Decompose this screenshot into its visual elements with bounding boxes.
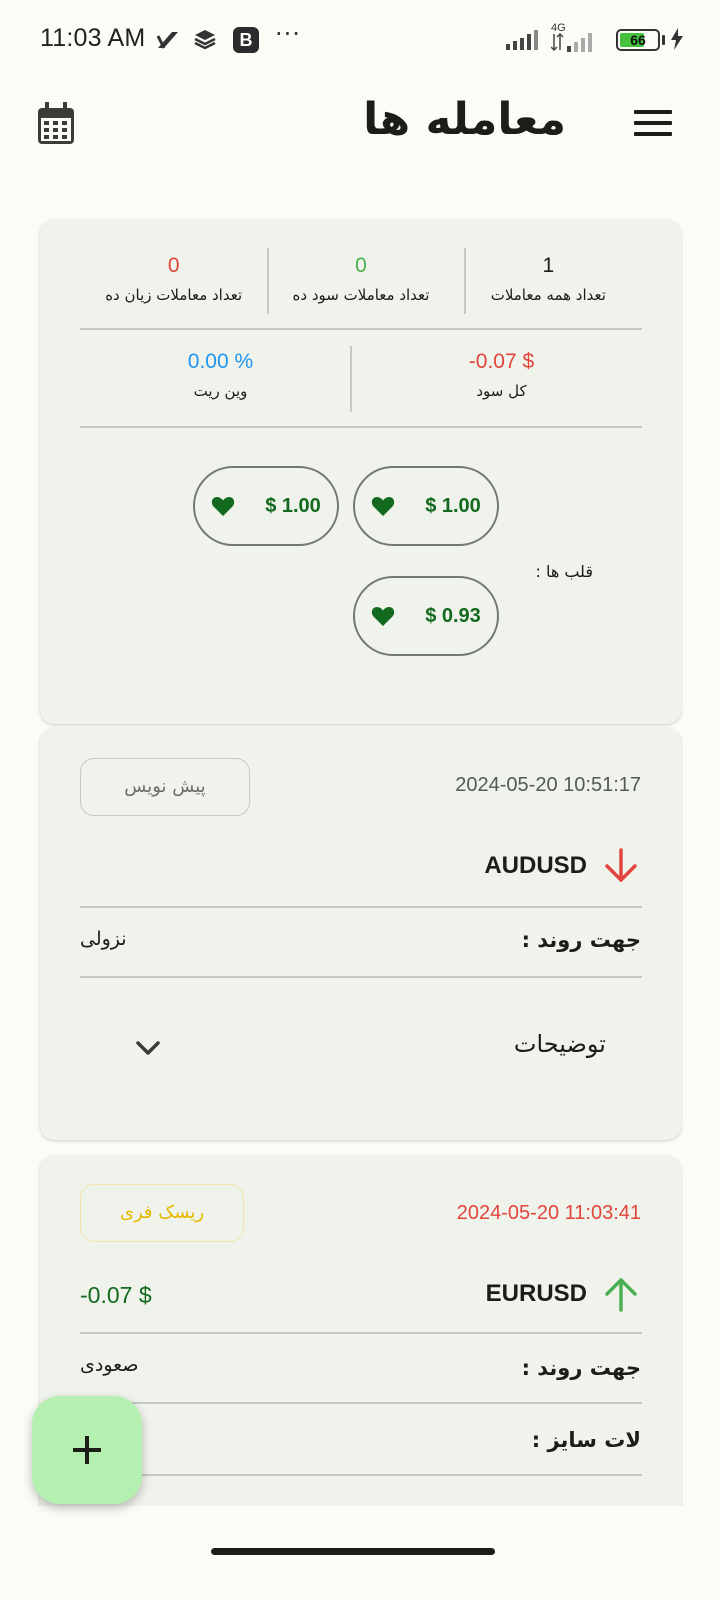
total-trades-stat: 1 تعداد همه معاملات — [455, 254, 642, 304]
signal-icon-2 — [551, 32, 592, 52]
symbol-row: EURUSD — [486, 1274, 641, 1314]
symbol-row: AUDUSD — [484, 846, 641, 886]
total-trades-label: تعداد همه معاملات — [490, 286, 606, 304]
heart-icon — [372, 607, 395, 626]
menu-icon[interactable] — [634, 110, 672, 140]
draft-tag[interactable]: پیش نویس — [80, 758, 250, 816]
risk-free-tag[interactable]: ریسک فری — [80, 1184, 244, 1242]
loss-trades-value: 0 — [167, 254, 180, 277]
divider — [80, 328, 642, 330]
trade-counts-row: 1 تعداد همه معاملات 0 تعداد معاملات سود … — [80, 254, 642, 304]
description-label[interactable]: توضیحات — [514, 1030, 606, 1058]
total-trades-value: 1 — [542, 254, 555, 277]
total-profit-stat: -0.07 $ کل سود — [361, 350, 642, 400]
status-bar: 11:03 AM B ··· 4G 66 — [0, 0, 720, 80]
trend-label: جهت روند : — [521, 928, 641, 952]
divider — [350, 346, 352, 412]
trade-card[interactable]: 2024-05-20 10:51:17 پیش نویس AUDUSD جهت … — [40, 728, 681, 1140]
divider — [80, 426, 642, 428]
heart-value: $ 1.00 — [425, 494, 481, 517]
status-time: 11:03 AM — [40, 24, 146, 52]
heart-value: $ 0.93 — [425, 604, 481, 627]
divider — [464, 248, 466, 314]
chevron-down-icon[interactable] — [135, 1040, 161, 1058]
hearts-label: قلب ها : — [535, 562, 593, 581]
check-icon — [156, 32, 178, 49]
trade-datetime: 2024-05-20 11:03:41 — [456, 1202, 641, 1224]
b-app-icon: B — [233, 27, 259, 53]
battery-level: 66 — [630, 32, 646, 48]
trend-label: جهت روند : — [521, 1356, 641, 1380]
arrow-up-icon — [605, 1278, 637, 1312]
divider — [267, 248, 269, 314]
trade-pnl: -0.07 $ — [80, 1282, 152, 1308]
heart-value: $ 1.00 — [265, 494, 321, 517]
win-rate-value: 0.00 % — [187, 350, 254, 373]
total-profit-label: کل سود — [476, 382, 527, 400]
symbol: EURUSD — [485, 1280, 587, 1307]
app-header: معامله ها — [0, 90, 720, 170]
loss-trades-stat: 0 تعداد معاملات زیان ده — [80, 254, 267, 304]
divider — [80, 906, 642, 908]
battery-icon: 66 — [616, 29, 660, 51]
charging-icon — [671, 28, 683, 50]
divider — [80, 1332, 642, 1334]
win-trades-label: تعداد معاملات سود ده — [292, 286, 430, 304]
heart-chip[interactable]: $ 1.00 — [353, 466, 499, 546]
add-trade-button[interactable] — [32, 1396, 142, 1504]
win-trades-value: 0 — [355, 254, 367, 277]
divider — [80, 976, 642, 978]
symbol: AUDUSD — [484, 852, 587, 879]
lot-size-label: لات سایز : — [531, 1428, 641, 1452]
page-title: معامله ها — [363, 94, 566, 145]
loss-trades-label: تعداد معاملات زیان ده — [105, 286, 243, 304]
more-notifications-icon: ··· — [275, 20, 301, 48]
divider — [80, 1474, 642, 1476]
signal-icon — [506, 30, 538, 50]
heart-chip[interactable]: $ 1.00 — [193, 466, 339, 546]
heart-icon — [372, 497, 395, 516]
divider — [80, 1402, 642, 1404]
win-rate-stat: 0.00 % وین ریت — [80, 350, 361, 400]
arrow-down-icon — [605, 848, 637, 882]
trend-value: نزولی — [80, 928, 127, 950]
win-trades-stat: 0 تعداد معاملات سود ده — [267, 254, 454, 304]
trade-datetime: 2024-05-20 10:51:17 — [455, 774, 641, 796]
win-rate-label: وین ریت — [193, 382, 248, 400]
stats-card: 1 تعداد همه معاملات 0 تعداد معاملات سود … — [40, 220, 681, 724]
heart-icon — [212, 497, 235, 516]
home-indicator[interactable] — [211, 1548, 495, 1555]
calendar-icon[interactable] — [36, 102, 76, 146]
layers-icon — [194, 30, 216, 50]
total-profit-value: -0.07 $ — [468, 350, 535, 373]
heart-chip[interactable]: $ 0.93 — [353, 576, 499, 656]
profit-row: -0.07 $ کل سود 0.00 % وین ریت — [80, 350, 642, 400]
trend-value: صعودی — [80, 1354, 139, 1376]
